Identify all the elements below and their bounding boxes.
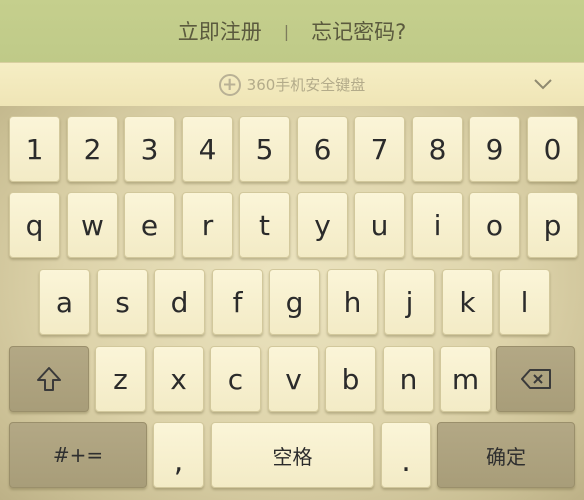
- plus-circle-icon: +: [218, 73, 241, 96]
- key-e[interactable]: e: [124, 192, 175, 258]
- key-r[interactable]: r: [182, 192, 233, 258]
- key-0[interactable]: 0: [527, 116, 578, 182]
- key-c[interactable]: c: [210, 346, 261, 412]
- backspace-key[interactable]: [496, 346, 575, 412]
- key-2[interactable]: 2: [67, 116, 118, 182]
- symbols-key[interactable]: #+=: [9, 422, 147, 488]
- key-f[interactable]: f: [212, 269, 263, 335]
- confirm-key[interactable]: 确定: [437, 422, 575, 488]
- forgot-password-link[interactable]: 忘记密码?: [311, 16, 406, 46]
- shift-arrow-icon: [37, 367, 61, 391]
- shift-key[interactable]: [9, 346, 89, 412]
- key-b[interactable]: b: [325, 346, 376, 412]
- comma-key[interactable]: ,: [153, 422, 204, 488]
- key-w[interactable]: w: [67, 192, 118, 258]
- key-k[interactable]: k: [442, 269, 493, 335]
- key-7[interactable]: 7: [354, 116, 405, 182]
- key-o[interactable]: o: [469, 192, 520, 258]
- space-key[interactable]: 空格: [211, 422, 374, 488]
- key-u[interactable]: u: [354, 192, 405, 258]
- key-1[interactable]: 1: [9, 116, 60, 182]
- key-p[interactable]: p: [527, 192, 578, 258]
- backspace-icon: [520, 369, 551, 389]
- key-h[interactable]: h: [327, 269, 378, 335]
- keyboard-brand: + 360手机安全键盘: [218, 73, 366, 96]
- key-v[interactable]: v: [268, 346, 319, 412]
- key-a[interactable]: a: [39, 269, 90, 335]
- key-y[interactable]: y: [297, 192, 348, 258]
- key-8[interactable]: 8: [412, 116, 463, 182]
- key-d[interactable]: d: [154, 269, 205, 335]
- key-j[interactable]: j: [384, 269, 435, 335]
- period-key[interactable]: .: [381, 422, 431, 488]
- keyboard-header: + 360手机安全键盘: [0, 62, 584, 106]
- account-links-bar: 立即注册 | 忘记密码?: [0, 0, 584, 62]
- key-9[interactable]: 9: [469, 116, 520, 182]
- key-m[interactable]: m: [440, 346, 491, 412]
- keyboard-brand-label: 360手机安全键盘: [246, 76, 366, 94]
- key-s[interactable]: s: [97, 269, 148, 335]
- key-4[interactable]: 4: [182, 116, 233, 182]
- key-l[interactable]: l: [499, 269, 550, 335]
- chevron-down-icon[interactable]: [532, 73, 554, 95]
- key-3[interactable]: 3: [124, 116, 175, 182]
- key-i[interactable]: i: [412, 192, 463, 258]
- key-5[interactable]: 5: [239, 116, 290, 182]
- key-6[interactable]: 6: [297, 116, 348, 182]
- keyboard-body: #+= , 空格 . 确定 1234567890 qwertyuiop asdfgh…: [0, 106, 584, 500]
- register-link[interactable]: 立即注册: [178, 16, 262, 46]
- link-separator: |: [283, 21, 290, 41]
- key-n[interactable]: n: [383, 346, 434, 412]
- key-z[interactable]: z: [95, 346, 146, 412]
- key-g[interactable]: g: [269, 269, 320, 335]
- key-t[interactable]: t: [239, 192, 290, 258]
- key-q[interactable]: q: [9, 192, 60, 258]
- key-x[interactable]: x: [153, 346, 204, 412]
